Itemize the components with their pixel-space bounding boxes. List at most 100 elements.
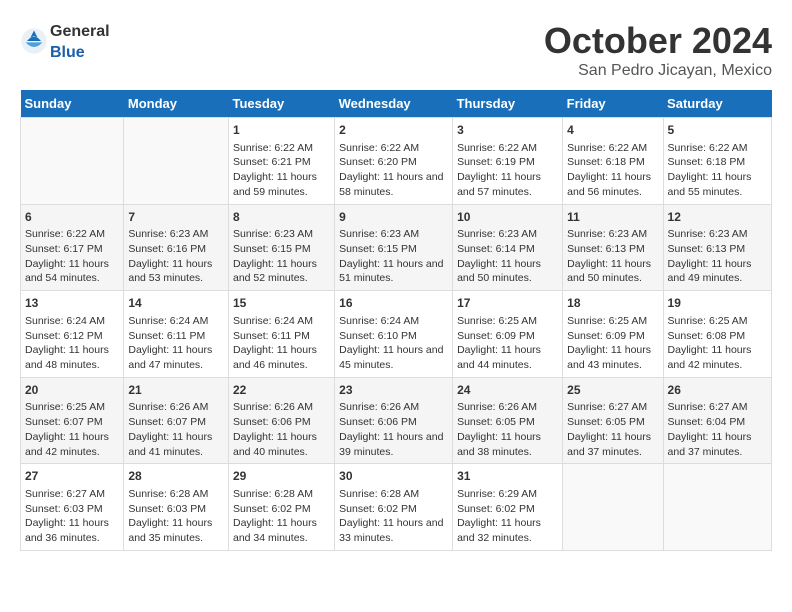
day-number: 8 [233,209,330,226]
day-info: Sunset: 6:18 PM [567,155,658,170]
calendar-cell: 1Sunrise: 6:22 AMSunset: 6:21 PMDaylight… [228,118,334,205]
day-info: Sunset: 6:18 PM [668,155,767,170]
day-number: 10 [457,209,558,226]
day-info: Daylight: 11 hours and 58 minutes. [339,170,448,199]
day-info: Sunrise: 6:28 AM [128,487,224,502]
day-info: Daylight: 11 hours and 39 minutes. [339,430,448,459]
day-info: Daylight: 11 hours and 40 minutes. [233,430,330,459]
calendar-cell [124,118,229,205]
day-info: Daylight: 11 hours and 55 minutes. [668,170,767,199]
day-number: 27 [25,468,119,485]
day-number: 1 [233,122,330,139]
day-info: Sunset: 6:04 PM [668,415,767,430]
weekday-header-row: SundayMondayTuesdayWednesdayThursdayFrid… [21,90,772,118]
day-info: Sunrise: 6:22 AM [339,141,448,156]
day-info: Sunrise: 6:26 AM [339,400,448,415]
day-info: Sunrise: 6:25 AM [567,314,658,329]
calendar-cell: 31Sunrise: 6:29 AMSunset: 6:02 PMDayligh… [453,464,563,551]
day-number: 23 [339,382,448,399]
day-info: Sunset: 6:02 PM [233,502,330,517]
day-info: Sunset: 6:11 PM [128,329,224,344]
calendar-cell [663,464,771,551]
calendar-cell: 29Sunrise: 6:28 AMSunset: 6:02 PMDayligh… [228,464,334,551]
day-info: Sunrise: 6:26 AM [233,400,330,415]
day-info: Sunrise: 6:28 AM [233,487,330,502]
calendar-cell: 22Sunrise: 6:26 AMSunset: 6:06 PMDayligh… [228,377,334,464]
calendar-week-2: 6Sunrise: 6:22 AMSunset: 6:17 PMDaylight… [21,204,772,291]
day-info: Sunset: 6:09 PM [457,329,558,344]
day-number: 15 [233,295,330,312]
day-info: Daylight: 11 hours and 42 minutes. [25,430,119,459]
calendar-cell: 8Sunrise: 6:23 AMSunset: 6:15 PMDaylight… [228,204,334,291]
logo-general-text: General [50,23,110,40]
day-info: Daylight: 11 hours and 51 minutes. [339,257,448,286]
weekday-header-tuesday: Tuesday [228,90,334,118]
day-info: Sunset: 6:19 PM [457,155,558,170]
calendar-cell: 19Sunrise: 6:25 AMSunset: 6:08 PMDayligh… [663,291,771,378]
day-info: Sunrise: 6:22 AM [457,141,558,156]
day-number: 12 [668,209,767,226]
day-number: 31 [457,468,558,485]
calendar-cell: 12Sunrise: 6:23 AMSunset: 6:13 PMDayligh… [663,204,771,291]
day-info: Daylight: 11 hours and 49 minutes. [668,257,767,286]
day-number: 25 [567,382,658,399]
day-info: Sunrise: 6:22 AM [567,141,658,156]
day-number: 3 [457,122,558,139]
day-info: Sunset: 6:10 PM [339,329,448,344]
day-number: 26 [668,382,767,399]
day-number: 7 [128,209,224,226]
day-info: Sunset: 6:09 PM [567,329,658,344]
calendar-cell: 27 Sunrise: 6:27 AMSunset: 6:03 PMDayligh… [21,464,124,551]
day-info: Sunrise: 6:28 AM [339,487,448,502]
logo-blue-text: Blue [50,44,85,61]
day-info: Sunset: 6:08 PM [668,329,767,344]
calendar-cell: 6Sunrise: 6:22 AMSunset: 6:17 PMDaylight… [21,204,124,291]
day-info: Sunset: 6:14 PM [457,242,558,257]
day-info: Sunrise: 6:29 AM [457,487,558,502]
day-number: 5 [668,122,767,139]
calendar-cell: 4Sunrise: 6:22 AMSunset: 6:18 PMDaylight… [563,118,663,205]
weekday-header-wednesday: Wednesday [335,90,453,118]
calendar-cell: 23Sunrise: 6:26 AMSunset: 6:06 PMDayligh… [335,377,453,464]
day-info: Sunset: 6:15 PM [339,242,448,257]
month-title: October 2024 [544,20,772,62]
day-info: Daylight: 11 hours and 42 minutes. [668,343,767,372]
day-info: Daylight: 11 hours and 36 minutes. [25,516,119,545]
day-number: 29 [233,468,330,485]
day-info: Sunset: 6:21 PM [233,155,330,170]
day-info: Sunrise: 6:23 AM [457,227,558,242]
day-info: Daylight: 11 hours and 45 minutes. [339,343,448,372]
day-info: Daylight: 11 hours and 54 minutes. [25,257,119,286]
day-info: Sunrise: 6:23 AM [668,227,767,242]
day-info: Sunset: 6:13 PM [567,242,658,257]
day-info: Sunrise: 6:23 AM [339,227,448,242]
calendar-cell [21,118,124,205]
day-info: Sunrise: 6:24 AM [233,314,330,329]
day-info: Sunset: 6:02 PM [457,502,558,517]
day-number: 21 [128,382,224,399]
day-number: 2 [339,122,448,139]
day-info: Sunrise: 6:22 AM [25,227,119,242]
day-info: Sunset: 6:05 PM [567,415,658,430]
day-info: Sunset: 6:06 PM [233,415,330,430]
calendar-cell: 3Sunrise: 6:22 AMSunset: 6:19 PMDaylight… [453,118,563,205]
day-info: Daylight: 11 hours and 59 minutes. [233,170,330,199]
day-info: Daylight: 11 hours and 52 minutes. [233,257,330,286]
day-info: Daylight: 11 hours and 38 minutes. [457,430,558,459]
day-number: 18 [567,295,658,312]
day-info: Sunset: 6:20 PM [339,155,448,170]
day-info: Sunrise: 6:23 AM [233,227,330,242]
day-info: Sunset: 6:02 PM [339,502,448,517]
day-info: Sunrise: 6:26 AM [128,400,224,415]
day-info: Sunrise: 6:24 AM [25,314,119,329]
calendar-cell: 24Sunrise: 6:26 AMSunset: 6:05 PMDayligh… [453,377,563,464]
day-info: Sunrise: 6:27 AM [25,487,119,502]
day-info: Sunset: 6:07 PM [128,415,224,430]
day-info: Sunset: 6:03 PM [25,502,119,517]
calendar-cell: 10Sunrise: 6:23 AMSunset: 6:14 PMDayligh… [453,204,563,291]
calendar-cell: 28Sunrise: 6:28 AMSunset: 6:03 PMDayligh… [124,464,229,551]
calendar-week-5: 27Sunrise: 6:27 AMSunset: 6:03 PMDayligh… [21,464,772,551]
day-info: Sunset: 6:03 PM [128,502,224,517]
day-info: Sunset: 6:15 PM [233,242,330,257]
calendar-week-1: 1Sunrise: 6:22 AMSunset: 6:21 PMDaylight… [21,118,772,205]
